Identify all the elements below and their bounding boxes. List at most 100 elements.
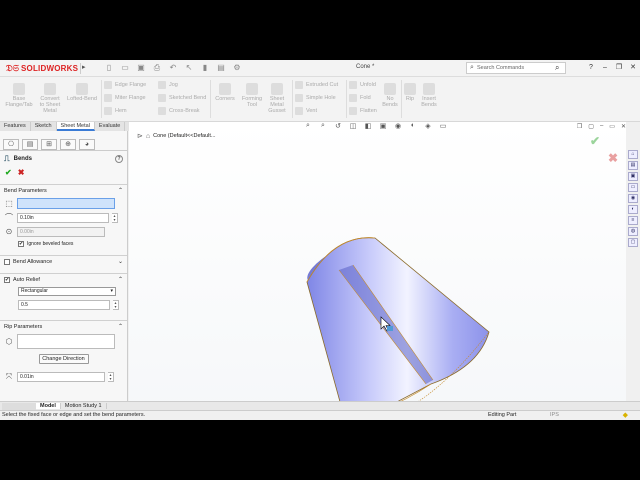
convert-sheet-metal-button[interactable]: Convert to Sheet Metal (36, 83, 64, 114)
rip-gap-spinner[interactable]: ▴ ▾ (108, 372, 114, 382)
appearances-icon[interactable]: ◐ (628, 205, 638, 214)
auto-relief-header[interactable]: ✔ Auto Relief ⌃ (0, 274, 127, 285)
tab-features[interactable]: Features (0, 122, 31, 131)
open-icon[interactable]: ▭ (120, 63, 130, 73)
relief-ratio-input[interactable]: 0.5 (18, 300, 110, 310)
feature-manager-icon[interactable]: ⎔ (3, 139, 19, 150)
fold-button[interactable]: Fold (349, 94, 371, 102)
custom-properties-icon[interactable]: ≡ (628, 216, 638, 225)
change-direction-button[interactable]: Change Direction (38, 354, 89, 364)
help-icon[interactable]: ? (115, 155, 123, 163)
search-commands[interactable]: ⌕ Search Commands ⌕ (466, 62, 566, 74)
ok-button[interactable]: ✔ (5, 168, 12, 177)
rebuild-warning-icon[interactable]: ◆ (623, 411, 628, 420)
tab-evaluate[interactable]: Evaluate (95, 122, 126, 131)
menu-expand-icon[interactable]: ▸ (80, 63, 88, 74)
dimxpert-manager-icon[interactable]: ⊕ (60, 139, 76, 150)
tab-model[interactable]: Model (36, 403, 61, 409)
property-manager-icon[interactable]: ▤ (22, 139, 38, 150)
restore-icon[interactable]: ❐ (614, 62, 624, 73)
bend-parameters-header[interactable]: Bend Parameters ⌃ (0, 185, 127, 196)
insert-bends-button[interactable]: Insert Bends (419, 83, 439, 108)
thickness-input: 0.00in (17, 227, 105, 237)
collapse-icon[interactable]: ⌃ (118, 276, 123, 283)
expand-icon[interactable]: ⌄ (118, 258, 123, 265)
home-icon[interactable]: ⌂ (628, 150, 638, 159)
collapse-icon[interactable]: ⌃ (118, 187, 123, 194)
view-palette-icon[interactable]: ◉ (628, 194, 638, 203)
rip-parameters-header[interactable]: Rip Parameters ⌃ (0, 321, 127, 332)
forming-tool-button[interactable]: Forming Tool (240, 83, 264, 108)
chat-icon[interactable]: ▢ (628, 238, 638, 247)
cancel-button[interactable]: ✖ (18, 168, 25, 177)
solidworks-forum-icon[interactable]: ◍ (628, 227, 638, 236)
rip-gap-input[interactable]: 0.01in (17, 372, 105, 382)
design-library-icon[interactable]: ▣ (628, 172, 638, 181)
hem-button[interactable]: Hem (104, 107, 127, 115)
relief-type-select[interactable]: Rectangular ▾ (18, 287, 116, 296)
cone-surface[interactable] (306, 237, 490, 420)
help-icon[interactable]: ? (586, 62, 596, 73)
bend-radius-input[interactable]: 0.10in (17, 213, 109, 223)
corners-label: Corners (215, 96, 235, 102)
vent-button[interactable]: Vent (295, 107, 317, 115)
search-input[interactable]: Search Commands (477, 65, 555, 71)
miter-flange-button[interactable]: Miter Flange (104, 94, 146, 102)
collapse-icon[interactable]: ⌃ (118, 323, 123, 330)
fixed-face-icon: ⬚ (5, 198, 13, 208)
cone-model[interactable] (129, 122, 626, 420)
simple-hole-button[interactable]: Simple Hole (295, 94, 336, 102)
resources-icon[interactable]: ▤ (628, 161, 638, 170)
graphics-area[interactable]: ⊳ ⌂ Cone (Default<<Default... ⌕ ⌕ ↺ ◫ ◧ … (129, 122, 626, 420)
ok-cancel-bar: ✔ ✖ (0, 167, 127, 178)
search-icon[interactable]: ⌕ (555, 63, 565, 73)
unit-system[interactable]: IPS (550, 411, 559, 420)
extruded-cut-label: Extruded Cut (306, 82, 339, 88)
print-icon[interactable]: ⎙ (152, 63, 162, 73)
no-bends-button[interactable]: No Bends (380, 83, 400, 108)
flatten-label: Flatten (360, 108, 377, 114)
relief-ratio-spinner[interactable]: ▴ ▾ (113, 300, 119, 310)
display-manager-icon[interactable]: ◕ (79, 139, 95, 150)
auto-relief-checkbox[interactable]: ✔ (4, 276, 10, 283)
tab-sketch[interactable]: Sketch (31, 122, 57, 131)
search-scope-icon[interactable]: ⌕ (467, 64, 477, 72)
undo-icon[interactable]: ↶ (168, 63, 178, 73)
jog-icon (158, 81, 166, 89)
save-icon[interactable]: ▣ (136, 63, 146, 73)
new-icon[interactable]: ▯ (104, 63, 114, 73)
minimize-icon[interactable]: – (600, 62, 610, 73)
bend-allowance-checkbox[interactable] (4, 258, 10, 265)
options-icon[interactable]: ⚙ (232, 63, 242, 73)
cross-break-button[interactable]: Cross-Break (158, 107, 200, 115)
solidworks-logo[interactable]: 𝔇𝔖 SOLIDWORKS (6, 62, 78, 75)
select-icon[interactable]: ↖ (184, 63, 194, 73)
sheet-metal-gusset-button[interactable]: Sheet Metal Gusset (266, 83, 288, 114)
base-flange-button[interactable]: Base Flange/Tab (4, 83, 34, 108)
flatten-button[interactable]: Flatten (349, 107, 377, 115)
unfold-button[interactable]: Unfold (349, 81, 376, 89)
close-icon[interactable]: ✕ (628, 62, 638, 73)
rip-edges-selection[interactable] (17, 334, 115, 349)
jog-button[interactable]: Jog (158, 81, 178, 89)
sketched-bend-label: Sketched Bend (169, 95, 207, 101)
rebuild-icon[interactable]: ▮ (200, 63, 210, 73)
tab-sheet-metal[interactable]: Sheet Metal (56, 122, 95, 131)
bend-allowance-header[interactable]: Bend Allowance ⌄ (0, 256, 127, 267)
edge-flange-button[interactable]: Edge Flange (104, 81, 146, 89)
sketched-bend-icon (158, 94, 166, 102)
tab-scroll-arrows[interactable] (2, 402, 36, 410)
simple-hole-label: Simple Hole (306, 95, 336, 101)
configuration-manager-icon[interactable]: ⊞ (41, 139, 57, 150)
fixed-face-selection[interactable] (17, 198, 115, 209)
bend-radius-spinner[interactable]: ▴ ▾ (112, 213, 118, 223)
sketched-bend-button[interactable]: Sketched Bend (158, 94, 206, 102)
tab-motion-study[interactable]: Motion Study 1 (61, 403, 107, 409)
corners-button[interactable]: Corners (212, 83, 238, 102)
lofted-bend-button[interactable]: Lofted-Bend (65, 83, 99, 102)
file-properties-icon[interactable]: ▤ (216, 63, 226, 73)
ignore-beveled-checkbox[interactable]: ✔ (18, 241, 24, 247)
file-explorer-icon[interactable]: ▭ (628, 183, 638, 192)
rip-button[interactable]: Rip (402, 83, 418, 102)
extruded-cut-button[interactable]: Extruded Cut (295, 81, 338, 89)
